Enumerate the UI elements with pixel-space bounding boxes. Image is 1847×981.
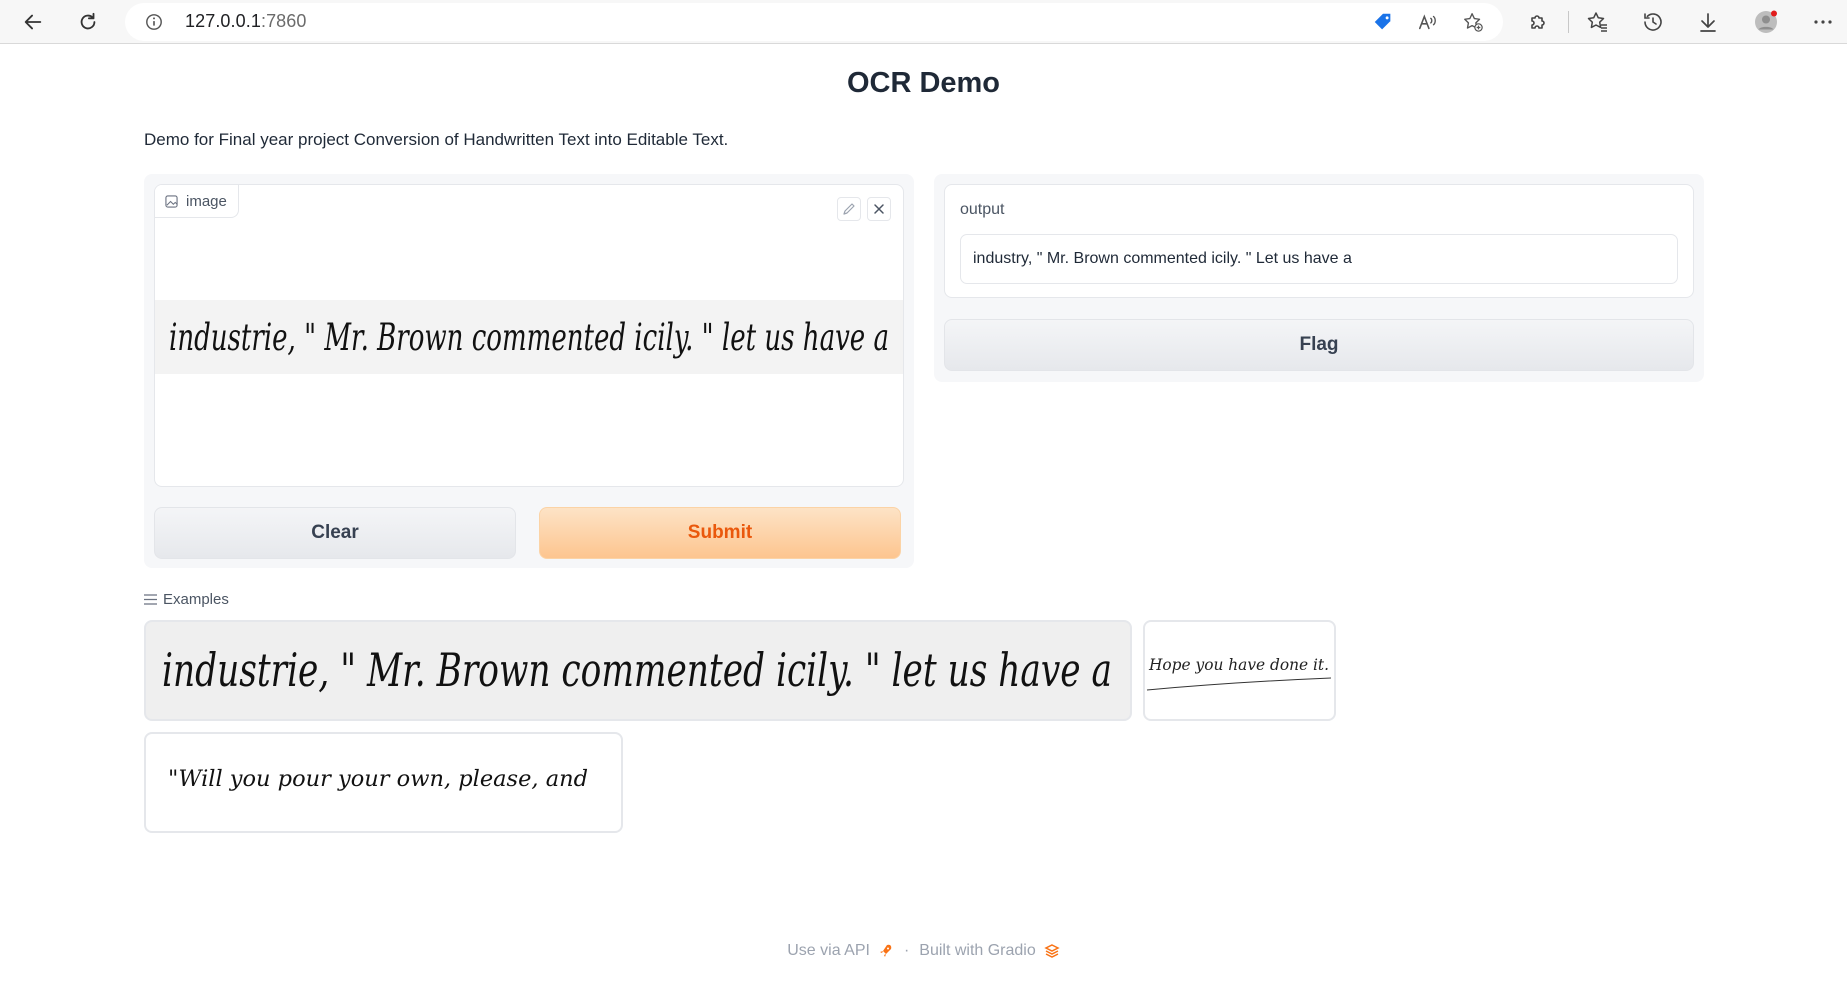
- toolbar-divider: [1568, 11, 1569, 33]
- output-textbox: output industry, " Mr. Brown commented i…: [944, 184, 1694, 298]
- history-button[interactable]: [1640, 9, 1666, 35]
- history-clock-icon: [1644, 13, 1662, 31]
- output-text-field[interactable]: industry, " Mr. Brown commented icily. "…: [960, 234, 1678, 284]
- more-dots-icon: [1814, 20, 1832, 24]
- output-label: output: [960, 201, 1005, 218]
- clear-image-button[interactable]: [867, 197, 891, 221]
- footer-separator: ·: [903, 942, 910, 959]
- gradio-logo-icon: [1044, 944, 1060, 958]
- example-handwriting-image: industrie, " Mr. Brown commented icily. …: [162, 643, 1112, 697]
- close-icon: [874, 204, 884, 214]
- example-handwriting-image: Hope you have done it.: [1146, 655, 1332, 691]
- svg-text:Hope you have done it.: Hope you have done it.: [1148, 655, 1329, 674]
- site-info-icon[interactable]: [145, 13, 163, 31]
- address-bar[interactable]: 127.0.0.1:7860: [125, 3, 1503, 41]
- svg-text:industrie, " Mr. Brown comment: industrie, " Mr. Brown commented icily. …: [169, 316, 889, 359]
- browser-toolbar: 127.0.0.1:7860: [0, 0, 1847, 44]
- profile-button[interactable]: [1753, 9, 1779, 35]
- examples-header: Examples: [144, 591, 229, 608]
- download-icon: [1700, 13, 1716, 32]
- svg-text:industrie, " Mr. Brown comment: industrie, " Mr. Brown commented icily. …: [162, 643, 1112, 697]
- downloads-button[interactable]: [1695, 9, 1721, 35]
- flag-button[interactable]: Flag: [944, 319, 1694, 371]
- svg-text:"Will you pour your own, pleas: "Will you pour your own, please, and: [168, 767, 588, 792]
- example-item[interactable]: industrie, " Mr. Brown commented icily. …: [144, 620, 1132, 721]
- coupon-tag-icon[interactable]: [1372, 11, 1394, 33]
- extensions-button[interactable]: [1525, 9, 1551, 35]
- clear-button[interactable]: Clear: [154, 507, 516, 559]
- example-item[interactable]: "Will you pour your own, please, and: [144, 732, 623, 833]
- built-with-gradio-link[interactable]: Built with Gradio: [919, 942, 1036, 960]
- example-item[interactable]: Hope you have done it.: [1143, 620, 1336, 721]
- avatar: [1755, 10, 1777, 33]
- uploaded-handwriting-image: industrie, " Mr. Brown commented icily. …: [155, 300, 903, 374]
- page-title: OCR Demo: [846, 67, 1001, 99]
- refresh-icon: [80, 12, 96, 30]
- footer: Use via API · Built with Gradio: [0, 942, 1847, 960]
- pencil-icon: [843, 203, 855, 215]
- reload-button[interactable]: [72, 6, 104, 38]
- more-menu-button[interactable]: [1810, 9, 1836, 35]
- favorites-button[interactable]: [1585, 9, 1611, 35]
- use-via-api-link[interactable]: Use via API: [787, 942, 870, 960]
- image-icon: [165, 194, 178, 208]
- edit-image-button[interactable]: [837, 197, 861, 221]
- puzzle-icon: [1531, 15, 1545, 29]
- submit-button[interactable]: Submit: [539, 507, 901, 559]
- url-text: 127.0.0.1:7860: [185, 11, 307, 31]
- example-handwriting-image: "Will you pour your own, please, and: [168, 767, 588, 792]
- handwriting-line: industrie, " Mr. Brown commented icily. …: [169, 316, 889, 359]
- image-input-label: image: [155, 185, 239, 218]
- rocket-icon: [879, 944, 892, 957]
- list-icon: [144, 594, 157, 605]
- page-description: Demo for Final year project Conversion o…: [144, 130, 729, 149]
- back-arrow-icon: [24, 14, 42, 30]
- add-favorite-icon[interactable]: [1462, 11, 1484, 33]
- back-button[interactable]: [17, 6, 49, 38]
- read-aloud-icon[interactable]: [1417, 11, 1439, 33]
- favorites-star-icon: [1587, 12, 1607, 32]
- image-input[interactable]: image industrie, " Mr. Brown commented i…: [154, 184, 904, 487]
